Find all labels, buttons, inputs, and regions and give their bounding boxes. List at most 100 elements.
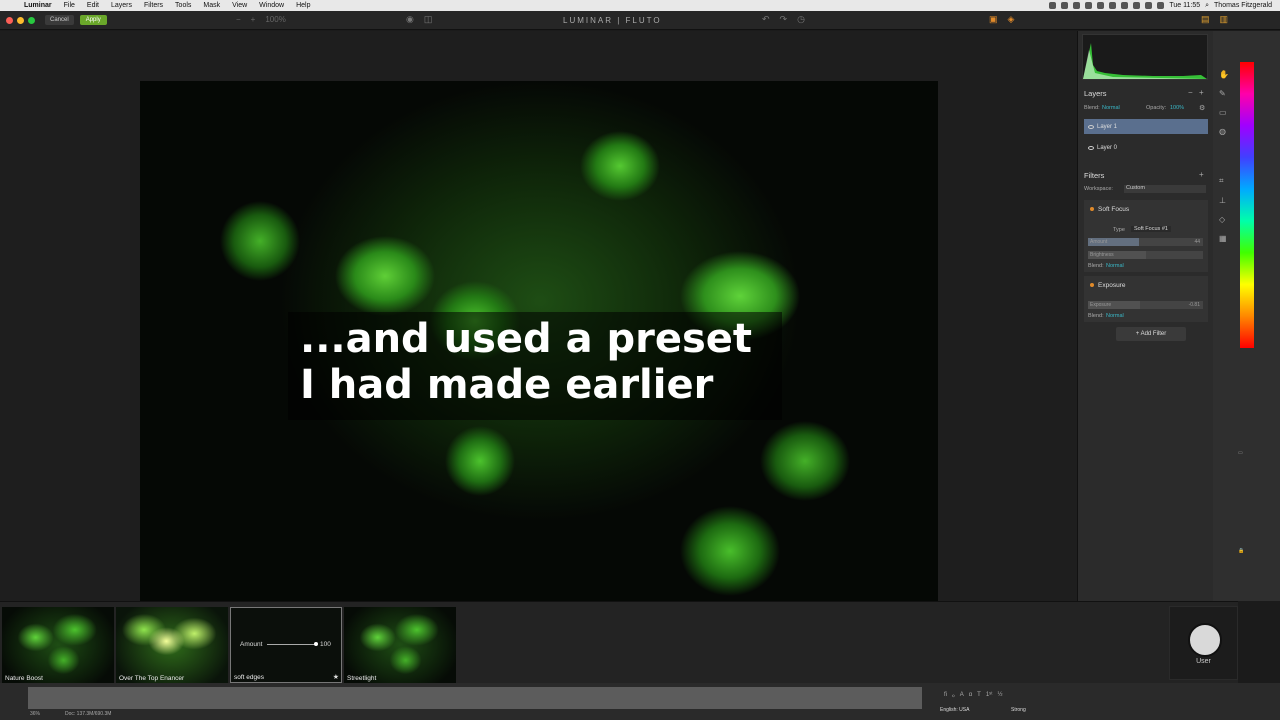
brightness-slider[interactable]: Brightness: [1088, 251, 1203, 259]
menu-app[interactable]: Luminar: [18, 2, 58, 9]
remove-layer-button[interactable]: −: [1188, 88, 1193, 97]
zoom-window-button[interactable]: [28, 16, 35, 24]
layers-icon[interactable]: ◈: [1008, 14, 1015, 25]
cancel-button[interactable]: Cancel: [45, 15, 74, 25]
menu-filters[interactable]: Filters: [138, 2, 169, 9]
timeline-scrubber[interactable]: [28, 687, 922, 709]
tray-icon[interactable]: [1145, 2, 1153, 9]
menu-window[interactable]: Window: [253, 2, 290, 9]
tray-icon[interactable]: [1061, 2, 1069, 9]
zoom-in-button[interactable]: +: [251, 15, 256, 24]
preset-thumb[interactable]: Over The Top Enancer: [116, 607, 228, 683]
tray-icon[interactable]: [1157, 2, 1165, 9]
add-filter-button[interactable]: + Add Filter: [1116, 327, 1186, 341]
filter-blend-value[interactable]: Normal: [1106, 313, 1124, 319]
preset-thumb[interactable]: Nature Boost: [2, 607, 114, 683]
tray-icon[interactable]: [1097, 2, 1105, 9]
user-presets-button[interactable]: User: [1169, 606, 1238, 680]
language-select[interactable]: English: USA: [940, 707, 969, 713]
hand-icon[interactable]: ✋: [1219, 70, 1229, 79]
blend-label: Blend:: [1084, 105, 1100, 111]
tray-icon[interactable]: [1085, 2, 1093, 9]
search-icon[interactable]: ⌕: [1205, 2, 1209, 10]
color-spectrum[interactable]: [1240, 62, 1254, 348]
preset-amount-track[interactable]: [267, 644, 317, 645]
visibility-icon[interactable]: [1088, 124, 1094, 129]
add-layer-button[interactable]: +: [1199, 88, 1204, 97]
menu-view[interactable]: View: [226, 2, 253, 9]
filter-name[interactable]: Soft Focus: [1098, 206, 1129, 213]
visibility-icon[interactable]: [1088, 145, 1094, 150]
pattern-icon[interactable]: ▦: [1219, 234, 1229, 243]
menu-tools[interactable]: Tools: [169, 2, 197, 9]
menu-layers[interactable]: Layers: [105, 2, 138, 9]
crop-icon[interactable]: ⌗: [1219, 176, 1229, 186]
opacity-field-icon[interactable]: ▭: [1238, 450, 1243, 456]
type-select[interactable]: Soft Focus #1: [1131, 226, 1171, 232]
preset-thumb-selected[interactable]: Amount 100 soft edges ★: [230, 607, 342, 683]
ligature-icon[interactable]: ﬁ: [944, 692, 947, 699]
menu-file[interactable]: File: [58, 2, 81, 9]
clock[interactable]: Tue 11:55: [1169, 2, 1200, 9]
add-filter-icon[interactable]: +: [1199, 170, 1204, 179]
exposure-slider[interactable]: Exposure -0.81: [1088, 301, 1203, 309]
minimize-window-button[interactable]: [17, 16, 24, 24]
history-icon[interactable]: ◷: [797, 14, 805, 25]
tray-icon[interactable]: [1049, 2, 1057, 9]
layer-row[interactable]: Layer 0: [1084, 140, 1208, 155]
gear-icon[interactable]: ⚙: [1199, 104, 1205, 112]
compare-icon[interactable]: ◫: [424, 14, 433, 25]
menu-help[interactable]: Help: [290, 2, 316, 9]
canvas-area: ...and used a preset I had made earlier: [0, 31, 1077, 613]
fraction-icon[interactable]: ½: [998, 692, 1003, 699]
stamp-icon[interactable]: ⊥: [1219, 196, 1229, 205]
zoom-value[interactable]: 100%: [265, 15, 285, 24]
preset-name[interactable]: soft edges: [234, 674, 264, 681]
brush-icon[interactable]: ✎: [1219, 89, 1229, 98]
blend-value[interactable]: Normal: [1102, 105, 1120, 111]
zoom-status[interactable]: 36%: [30, 711, 40, 717]
filter-status-dot[interactable]: [1090, 207, 1094, 211]
lock-icon[interactable]: 🔒: [1238, 548, 1244, 554]
histogram-graph: [1083, 43, 1207, 79]
preset-amount-knob[interactable]: [314, 642, 318, 646]
filter-blend-value[interactable]: Normal: [1106, 263, 1124, 269]
sidebar-toggle-icon[interactable]: ▥: [1220, 14, 1229, 25]
redo-icon[interactable]: ↷: [780, 14, 788, 25]
filter-status-dot[interactable]: [1090, 283, 1094, 287]
tray-icon[interactable]: [1133, 2, 1141, 9]
filter-name[interactable]: Exposure: [1098, 282, 1125, 289]
tray-icon[interactable]: [1121, 2, 1129, 9]
menu-edit[interactable]: Edit: [81, 2, 105, 9]
radial-icon[interactable]: ◍: [1219, 127, 1229, 136]
style-icon[interactable]: A: [960, 692, 964, 699]
panel-toggle-icon[interactable]: ▤: [1201, 14, 1210, 25]
undo-icon[interactable]: ↶: [762, 14, 770, 25]
amount-slider[interactable]: Amount 44: [1088, 238, 1203, 246]
tray-icon[interactable]: [1109, 2, 1117, 9]
eye-icon[interactable]: ◉: [406, 14, 414, 25]
style-icon[interactable]: 1ˢᵗ: [986, 692, 993, 699]
gradient-icon[interactable]: ▭: [1219, 108, 1229, 117]
preset-thumb[interactable]: Streetlight: [344, 607, 456, 683]
layer-row[interactable]: Layer 1: [1084, 119, 1208, 134]
workspace-select[interactable]: Custom: [1124, 185, 1206, 193]
tray-icon[interactable]: [1073, 2, 1081, 9]
close-window-button[interactable]: [6, 16, 13, 24]
apply-button[interactable]: Apply: [79, 15, 107, 25]
style-icon[interactable]: T: [977, 692, 981, 699]
style-icon[interactable]: ℴ: [952, 692, 955, 699]
layers-title: Layers: [1084, 89, 1107, 98]
tools-column: ✋ ✎ ▭ ◍ ⌗ ⊥ ◇ ▦: [1219, 70, 1229, 243]
eraser-icon[interactable]: ◇: [1219, 215, 1229, 224]
menu-mask[interactable]: Mask: [197, 2, 226, 9]
zoom-out-button[interactable]: −: [236, 15, 241, 24]
doc-size-status: Doc: 137.3M/690.3M: [65, 711, 112, 717]
image-icon[interactable]: ▣: [989, 14, 998, 25]
opacity-value[interactable]: 100%: [1170, 105, 1184, 111]
exposure-value: -0.81: [1188, 302, 1200, 308]
antialias-select[interactable]: Strong: [1011, 707, 1026, 713]
star-icon[interactable]: ★: [333, 673, 339, 681]
style-icon[interactable]: ɑ: [969, 692, 972, 699]
user-name[interactable]: Thomas Fitzgerald: [1214, 2, 1272, 9]
